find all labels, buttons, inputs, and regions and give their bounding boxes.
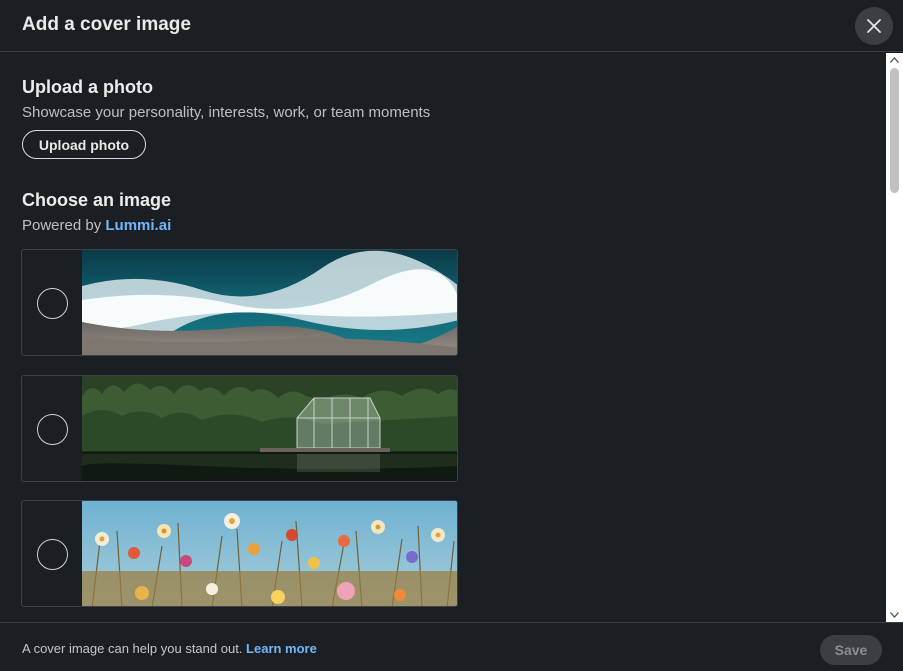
radio-button[interactable] — [37, 539, 68, 570]
dialog-title: Add a cover image — [22, 14, 191, 35]
scroll-down-arrow[interactable] — [886, 608, 903, 622]
image-option-greenhouse[interactable] — [21, 375, 458, 482]
ocean-waves-image — [82, 250, 457, 355]
choose-section-title: Choose an image — [22, 190, 172, 210]
lummi-link[interactable]: Lummi.ai — [105, 217, 171, 234]
upload-photo-button[interactable]: Upload photo — [22, 130, 146, 159]
vertical-scrollbar[interactable] — [886, 53, 903, 622]
dialog-content: Upload a photo Showcase your personality… — [0, 53, 886, 622]
scroll-up-arrow[interactable] — [886, 53, 903, 67]
close-icon — [867, 19, 881, 33]
wildflowers-image — [82, 501, 457, 606]
cover-image-dialog: Add a cover image Upload a photo Showcas… — [0, 0, 903, 671]
image-option-wildflowers[interactable] — [21, 500, 458, 607]
learn-more-link[interactable]: Learn more — [246, 641, 317, 656]
upload-section-title: Upload a photo — [22, 77, 153, 97]
save-button[interactable]: Save — [820, 635, 882, 665]
radio-button[interactable] — [37, 414, 68, 445]
close-button[interactable] — [855, 7, 893, 45]
powered-by-prefix: Powered by — [22, 217, 102, 234]
footer-text: A cover image can help you stand out. Le… — [22, 641, 317, 656]
powered-by-text: Powered by Lummi.ai — [22, 217, 171, 234]
radio-button[interactable] — [37, 288, 68, 319]
dialog-footer: A cover image can help you stand out. Le… — [0, 622, 903, 671]
scrollbar-thumb[interactable] — [890, 68, 899, 193]
dialog-header: Add a cover image — [0, 0, 903, 52]
image-option-ocean[interactable] — [21, 249, 458, 356]
footer-message: A cover image can help you stand out. — [22, 641, 243, 656]
upload-section-subtitle: Showcase your personality, interests, wo… — [22, 104, 431, 121]
greenhouse-lake-image — [82, 376, 457, 481]
